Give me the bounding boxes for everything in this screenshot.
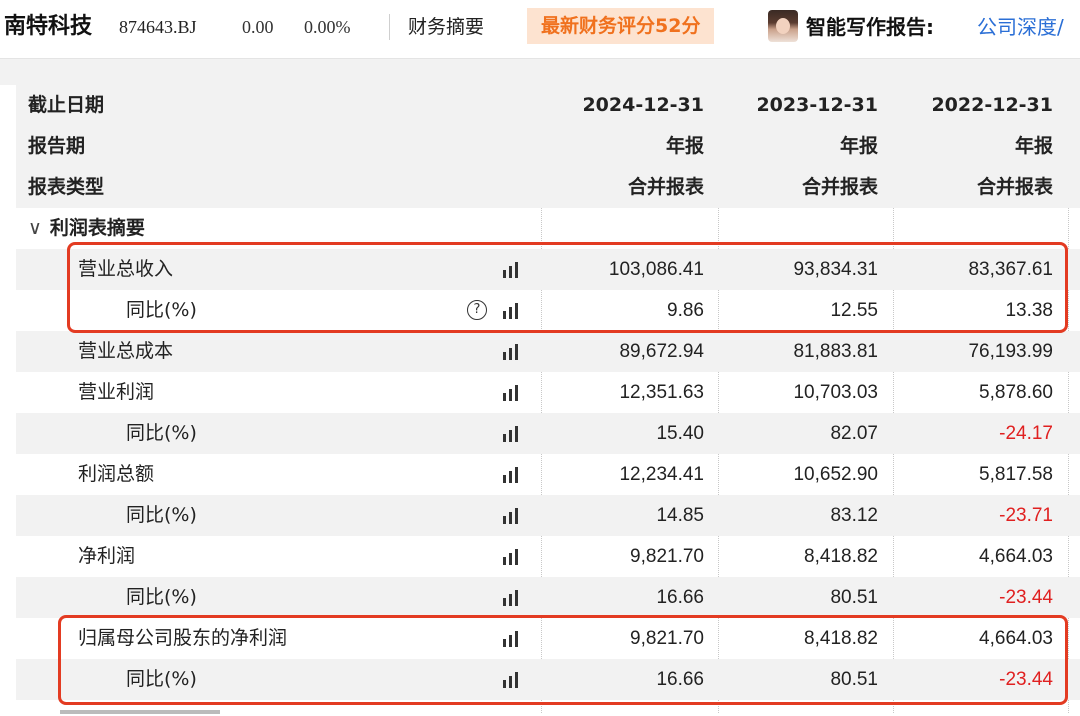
header-value: 年报 [1014,135,1053,157]
header-label: 报表类型 [28,176,105,198]
table-row: 营业利润 12,351.63 10,703.03 5,878.60 [16,372,1080,413]
header-value: 合并报表 [627,176,704,198]
avatar [768,10,798,42]
cell-value: 12,234.41 [619,464,704,485]
row-label: 利润总额 [78,463,155,485]
company-name[interactable]: 南特科技 [4,0,92,54]
bar-chart-icon-bar [503,434,506,442]
bar-chart-icon[interactable] [501,385,521,401]
header-value: 合并报表 [801,176,878,198]
bar-chart-icon-bar [515,344,518,360]
header-value: 2023-12-31 [756,94,878,116]
cell-value: 81,883.81 [793,341,878,362]
header-label: 截止日期 [28,94,105,116]
cell-value: -23.71 [999,505,1053,526]
bar-chart-icon-bar [515,508,518,524]
highlight-box-revenue [67,242,1068,333]
chevron-down-icon[interactable]: ∨ [28,208,42,249]
ai-report-link-company-depth[interactable]: 公司深度/ [977,0,1064,54]
bar-chart-icon-bar [509,471,512,483]
cell-value: 10,703.03 [793,382,878,403]
row-label: 净利润 [78,545,136,567]
row-label: 营业利润 [78,381,155,403]
cell-value: 83.12 [830,505,878,526]
table-row: 同比(%) 15.40 82.07 -24.17 [16,413,1080,454]
bar-chart-icon[interactable] [501,508,521,524]
stock-code: 874643.BJ [119,17,197,37]
header-value: 合并报表 [976,176,1053,198]
header-label: 报告期 [28,135,86,157]
header-value: 年报 [665,135,704,157]
highlight-box-parent-net-profit [58,615,1068,705]
bar-chart-icon[interactable] [501,426,521,442]
bar-chart-icon-bar [515,426,518,442]
bar-chart-icon-bar [509,389,512,401]
cell-value: 76,193.99 [968,341,1053,362]
bar-chart-icon-bar [509,348,512,360]
bar-chart-icon-bar [515,590,518,606]
tab-financial-summary[interactable]: 财务摘要 [408,0,484,54]
bar-chart-icon-bar [515,385,518,401]
price-change-pct: 0.00% [304,17,351,37]
cell-value: 12,351.63 [619,382,704,403]
cut-off-next-row [60,706,310,716]
table-row: 利润总额 12,234.41 10,652.90 5,817.58 [16,454,1080,495]
bar-chart-icon-bar [503,598,506,606]
bar-chart-icon[interactable] [501,344,521,360]
bar-chart-icon-bar [515,549,518,565]
table-header-row: 报表类型 合并报表 合并报表 合并报表 [16,167,1080,208]
stock-header-bar: 南特科技 874643.BJ 0.00 0.00% 财务摘要 最新财务评分52分… [0,0,1080,59]
toolbar-spacer [0,59,1080,85]
row-label: 营业总成本 [78,340,174,362]
cell-value: 16.66 [656,587,704,608]
financial-score-badge[interactable]: 最新财务评分52分 [527,8,715,44]
bar-chart-icon-bar [503,352,506,360]
row-label: 同比(%) [126,586,197,608]
cell-value: 5,878.60 [979,382,1053,403]
section-label: 利润表摘要 [49,217,145,239]
table-header-row: 截止日期 2024-12-31 2023-12-31 2022-12-31 [16,85,1080,126]
cell-value: 10,652.90 [793,464,878,485]
header-value: 2022-12-31 [931,94,1053,116]
cell-value: 9,821.70 [630,546,704,567]
ai-report-label: 智能写作报告: [806,15,934,39]
table-header-row: 报告期 年报 年报 年报 [16,126,1080,167]
header-value: 年报 [839,135,878,157]
cell-value: 4,664.03 [979,546,1053,567]
stock-price: 0.00 [242,17,274,37]
table-row: 同比(%) 14.85 83.12 -23.71 [16,495,1080,536]
cell-value: 8,418.82 [804,546,878,567]
table-row: 同比(%) 16.66 80.51 -23.44 [16,577,1080,618]
bar-chart-icon[interactable] [501,590,521,606]
bar-chart-icon-bar [515,467,518,483]
cell-value: 5,817.58 [979,464,1053,485]
table-row: 净利润 9,821.70 8,418.82 4,664.03 [16,536,1080,577]
table-row: 营业总成本 89,672.94 81,883.81 76,193.99 [16,331,1080,372]
row-label: 同比(%) [126,504,197,526]
bar-chart-icon[interactable] [501,549,521,565]
cell-value: 15.40 [656,423,704,444]
cell-value: 14.85 [656,505,704,526]
bar-chart-icon-bar [503,393,506,401]
bar-chart-icon-bar [509,594,512,606]
bar-chart-icon-bar [509,430,512,442]
cell-value: 80.51 [830,587,878,608]
header-value: 2024-12-31 [582,94,704,116]
bar-chart-icon[interactable] [501,467,521,483]
row-label: 同比(%) [126,422,197,444]
bar-chart-icon-bar [503,475,506,483]
cell-value: -23.44 [999,587,1053,608]
bar-chart-icon-bar [509,553,512,565]
cell-value: -24.17 [999,423,1053,444]
header-divider [389,14,390,40]
bar-chart-icon-bar [503,557,506,565]
cell-value: 82.07 [830,423,878,444]
cell-value: 89,672.94 [619,341,704,362]
bar-chart-icon-bar [503,516,506,524]
bar-chart-icon-bar [509,512,512,524]
